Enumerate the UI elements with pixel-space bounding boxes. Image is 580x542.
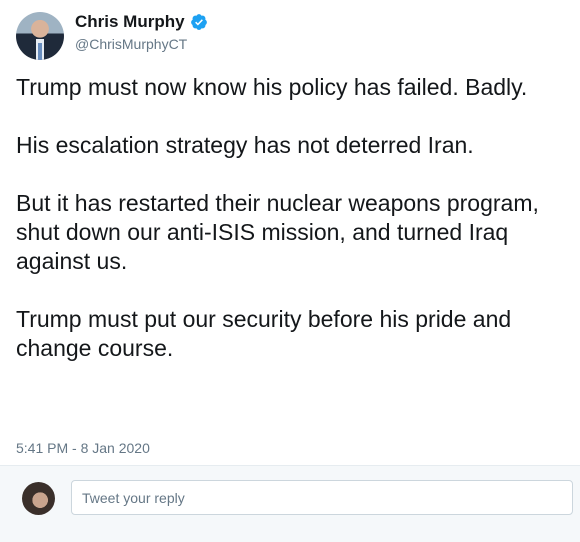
author-handle[interactable]: @ChrisMurphyCT (75, 36, 208, 52)
viewer-avatar (22, 482, 55, 515)
name-row: Chris Murphy (75, 12, 208, 32)
avatar-tie (38, 43, 42, 60)
tweet-timestamp[interactable]: 5:41 PM - 8 Jan 2020 (16, 440, 150, 456)
reply-bar (0, 465, 580, 542)
author-info: Chris Murphy @ChrisMurphyCT (75, 12, 208, 52)
tweet-paragraph: His escalation strategy has not deterred… (16, 132, 474, 158)
tweet-paragraph: But it has restarted their nuclear weapo… (16, 190, 539, 274)
verified-badge-icon (190, 13, 208, 31)
reply-input[interactable] (71, 480, 573, 515)
tweet-header: Chris Murphy @ChrisMurphyCT (14, 10, 566, 62)
tweet-text: Trump must now know his policy has faile… (16, 73, 572, 363)
tweet-paragraph: Trump must put our security before his p… (16, 306, 512, 361)
author-avatar[interactable] (16, 12, 64, 60)
author-display-name[interactable]: Chris Murphy (75, 12, 185, 32)
tweet-paragraph: Trump must now know his policy has faile… (16, 74, 528, 100)
